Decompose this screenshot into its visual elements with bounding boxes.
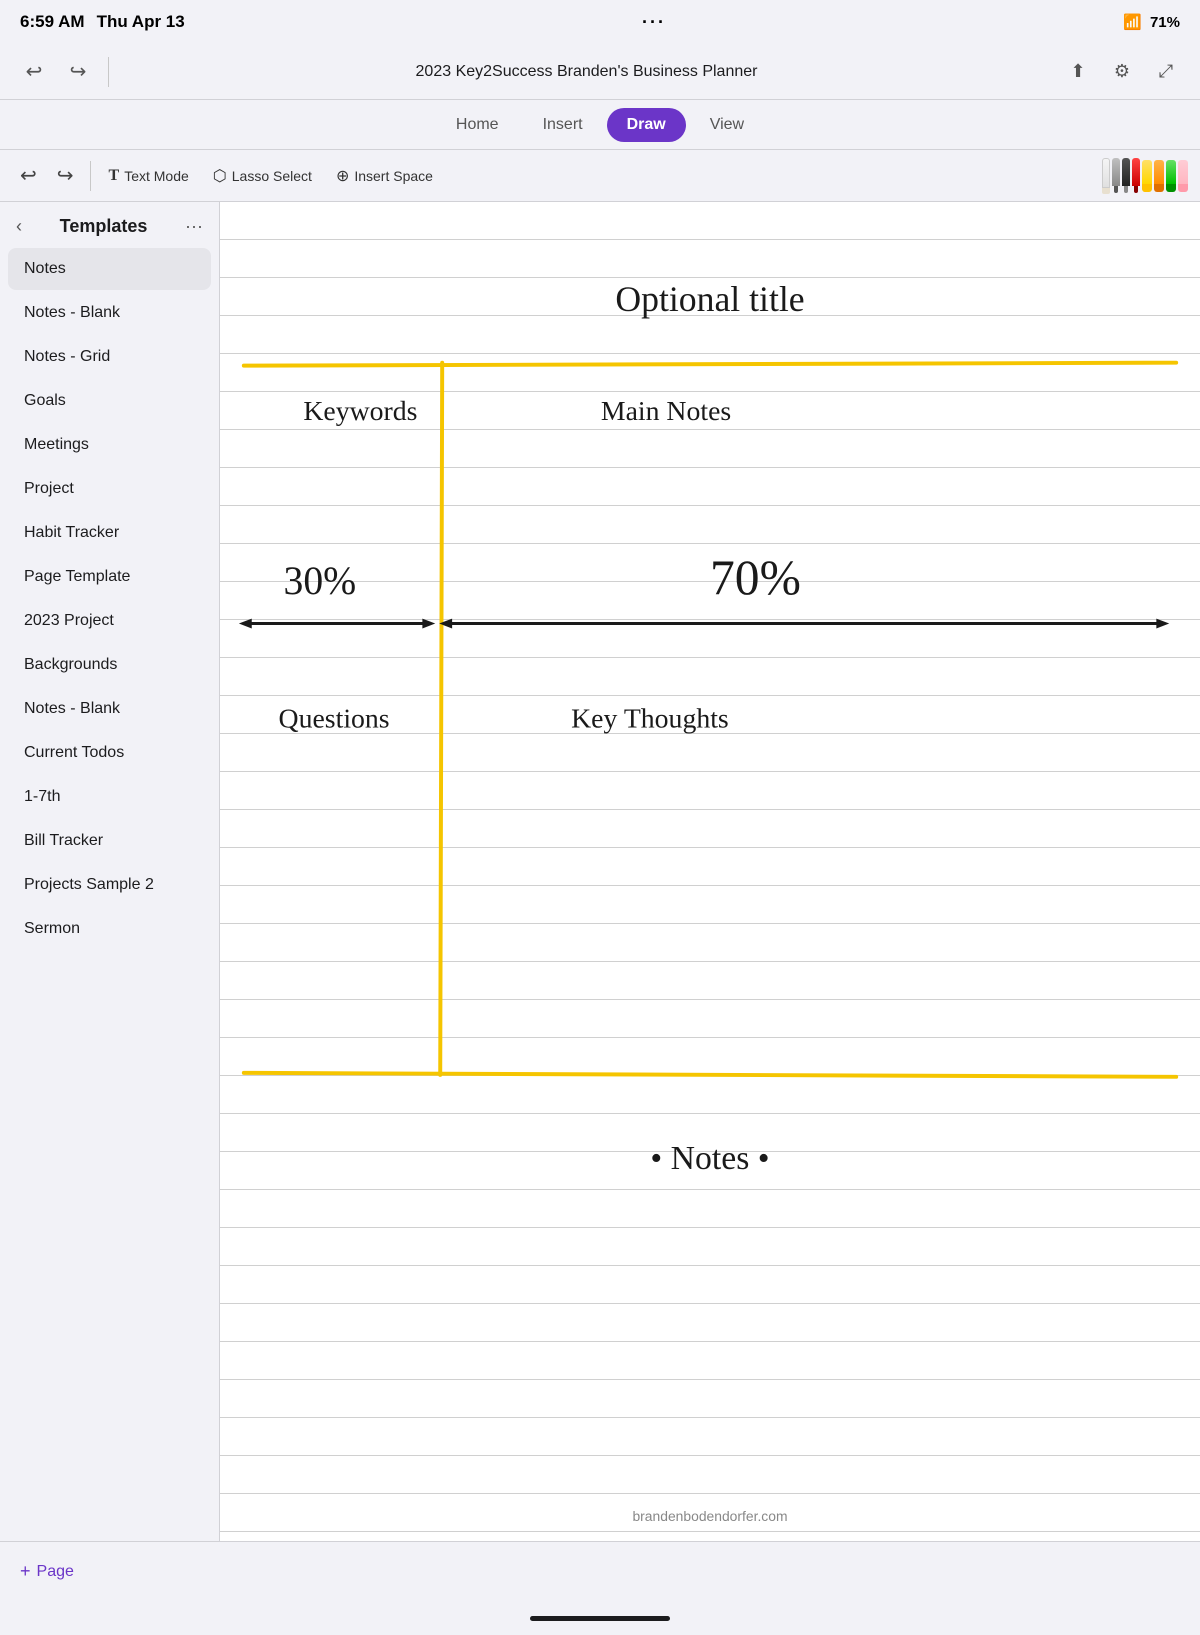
tool-palette xyxy=(447,158,1188,194)
sidebar-item-goals[interactable]: Goals xyxy=(8,380,211,422)
tab-home[interactable]: Home xyxy=(436,108,519,142)
sidebar-item-notes-grid[interactable]: Notes - Grid xyxy=(8,336,211,378)
status-dots: ··· xyxy=(642,12,666,33)
expand-button[interactable]: ⤢ xyxy=(1148,54,1184,90)
toolbar-separator xyxy=(108,57,109,87)
insert-space-button[interactable]: ⊕ Insert Space xyxy=(326,160,443,192)
insert-space-label: Insert Space xyxy=(354,168,433,184)
sidebar-item-project[interactable]: Project xyxy=(8,468,211,510)
lasso-icon: ⬡ xyxy=(213,166,227,186)
svg-text:Questions: Questions xyxy=(279,704,390,735)
status-time: 6:59 AM xyxy=(20,12,85,32)
sidebar-item-current-todos[interactable]: Current Todos xyxy=(8,732,211,774)
sidebar-header: ‹ Templates ··· xyxy=(0,202,219,247)
sidebar-item-page-template[interactable]: Page Template xyxy=(8,556,211,598)
sidebar-item-notes[interactable]: Notes xyxy=(8,248,211,290)
svg-text:Main Notes: Main Notes xyxy=(601,396,731,427)
pink-highlighter-tool[interactable] xyxy=(1178,160,1188,192)
home-bar xyxy=(530,1616,670,1621)
home-indicator xyxy=(0,1601,1200,1635)
pencil-tool[interactable] xyxy=(1122,158,1130,193)
undo-draw-button[interactable]: ↩ xyxy=(12,159,45,192)
add-page-icon: + xyxy=(20,1561,31,1582)
svg-text:Optional title: Optional title xyxy=(615,279,804,319)
sidebar-item-1-7th[interactable]: 1-7th xyxy=(8,776,211,818)
sidebar-item-projects-sample-2[interactable]: Projects Sample 2 xyxy=(8,864,211,906)
yellow-highlighter-tool[interactable] xyxy=(1142,160,1152,192)
lasso-select-button[interactable]: ⬡ Lasso Select xyxy=(203,160,322,192)
tab-draw[interactable]: Draw xyxy=(607,108,686,142)
tab-view[interactable]: View xyxy=(690,108,764,142)
sidebar-item-habit-tracker[interactable]: Habit Tracker xyxy=(8,512,211,554)
canvas-drawing: Optional title Keywords Main Notes 30% 7… xyxy=(220,202,1200,1541)
svg-text:Keywords: Keywords xyxy=(303,396,417,427)
sidebar-item-notes-blank-1[interactable]: Notes - Blank xyxy=(8,292,211,334)
sidebar-item-notes-blank-2[interactable]: Notes - Blank xyxy=(8,688,211,730)
status-date: Thu Apr 13 xyxy=(97,12,185,32)
share-button[interactable]: ⬆ xyxy=(1060,54,1096,90)
text-mode-label: Text Mode xyxy=(124,168,189,184)
sidebar-title: Templates xyxy=(60,216,148,237)
svg-text:30%: 30% xyxy=(284,559,357,603)
wifi-icon: 📶 xyxy=(1123,13,1142,31)
svg-text:brandenbodendorfer.com: brandenbodendorfer.com xyxy=(632,1508,787,1524)
note-canvas: Optional title Keywords Main Notes 30% 7… xyxy=(220,202,1200,1541)
toolbar-divider-1 xyxy=(90,161,91,191)
red-pen-tool[interactable] xyxy=(1132,158,1140,193)
eraser-tool[interactable] xyxy=(1102,158,1110,194)
sidebar-item-meetings[interactable]: Meetings xyxy=(8,424,211,466)
status-right: 📶 71% xyxy=(1123,13,1180,31)
sidebar-back-button[interactable]: ‹ xyxy=(16,216,22,237)
svg-text:70%: 70% xyxy=(710,550,801,605)
svg-text:Key Thoughts: Key Thoughts xyxy=(571,704,729,735)
status-bar: 6:59 AM Thu Apr 13 ··· 📶 71% xyxy=(0,0,1200,44)
nav-tabs: Home Insert Draw View xyxy=(0,100,1200,150)
sidebar-item-bill-tracker[interactable]: Bill Tracker xyxy=(8,820,211,862)
canvas-area[interactable]: Optional title Keywords Main Notes 30% 7… xyxy=(220,202,1200,1541)
svg-text:• Notes •: • Notes • xyxy=(650,1140,769,1177)
bottom-bar: + Page xyxy=(0,1541,1200,1601)
sidebar: ‹ Templates ··· Notes Notes - Blank Note… xyxy=(0,202,220,1541)
undo-button[interactable]: ↩ xyxy=(16,54,52,90)
top-toolbar: ↩ ↪ 2023 Key2Success Branden's Business … xyxy=(0,44,1200,100)
add-page-label: Page xyxy=(37,1563,74,1581)
tab-insert[interactable]: Insert xyxy=(523,108,603,142)
sidebar-item-backgrounds[interactable]: Backgrounds xyxy=(8,644,211,686)
add-page-button[interactable]: + Page xyxy=(20,1561,74,1582)
sidebar-more-button[interactable]: ··· xyxy=(185,216,203,237)
draw-toolbar: ↩ ↪ T Text Mode ⬡ Lasso Select ⊕ Insert … xyxy=(0,150,1200,202)
insert-space-icon: ⊕ xyxy=(336,166,349,186)
lasso-select-label: Lasso Select xyxy=(232,168,312,184)
letter-pen-tool[interactable] xyxy=(1112,158,1120,193)
main-layout: ‹ Templates ··· Notes Notes - Blank Note… xyxy=(0,202,1200,1541)
sidebar-item-sermon[interactable]: Sermon xyxy=(8,908,211,950)
battery-level: 71% xyxy=(1150,14,1180,31)
settings-button[interactable]: ⚙ xyxy=(1104,54,1140,90)
document-title: 2023 Key2Success Branden's Business Plan… xyxy=(121,63,1052,81)
green-highlighter-tool[interactable] xyxy=(1166,160,1176,192)
sidebar-item-2023-project[interactable]: 2023 Project xyxy=(8,600,211,642)
text-mode-icon: T xyxy=(109,167,120,185)
orange-highlighter-tool[interactable] xyxy=(1154,160,1164,192)
redo-button[interactable]: ↪ xyxy=(60,54,96,90)
redo-draw-button[interactable]: ↪ xyxy=(49,159,82,192)
text-mode-button[interactable]: T Text Mode xyxy=(99,161,199,191)
